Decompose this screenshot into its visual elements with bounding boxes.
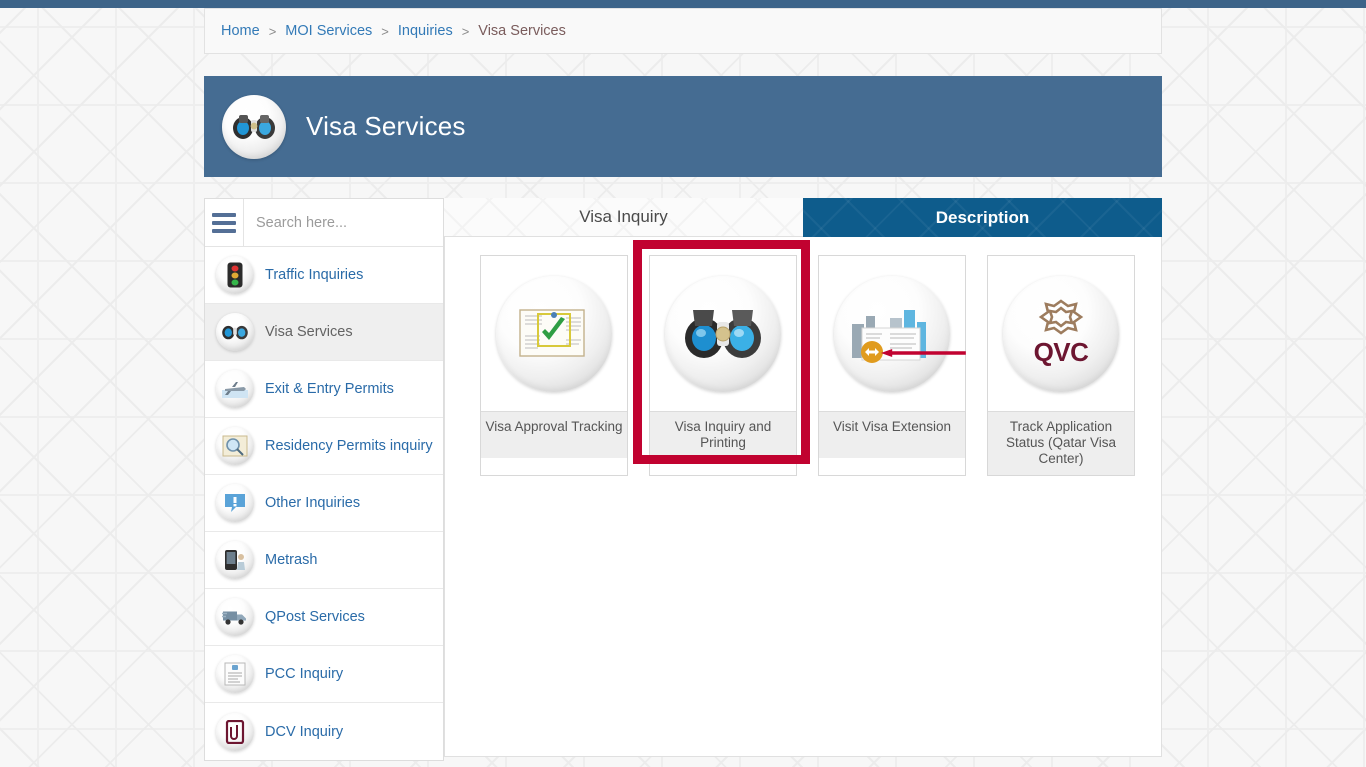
- sidebar-item-label: QPost Services: [265, 609, 365, 625]
- mobile-phone-icon: [216, 541, 254, 579]
- page-banner: Visa Services: [204, 76, 1162, 177]
- binoculars-icon: [222, 94, 286, 159]
- document-checkmark-icon: [496, 275, 612, 392]
- sidebar-item-label: Exit & Entry Permits: [265, 381, 394, 397]
- card-icon-area: [819, 256, 965, 411]
- sidebar-item-exit-entry-permits[interactable]: Exit & Entry Permits: [205, 361, 443, 418]
- page-title: Visa Services: [306, 111, 466, 141]
- card-icon-area: [650, 256, 796, 411]
- sidebar-item-other-inquiries[interactable]: Other Inquiries: [205, 475, 443, 532]
- city-document-extend-icon: [834, 275, 950, 392]
- card-icon-area: [481, 256, 627, 411]
- card-label: Visa Inquiry and Printing: [650, 411, 796, 459]
- tab-panel: Visa Approval Tracking Visa Inquiry and …: [444, 237, 1162, 757]
- tab-description[interactable]: Description: [803, 198, 1162, 237]
- breadcrumb-separator: >: [461, 23, 470, 39]
- sidebar-item-label: Metrash: [265, 552, 318, 568]
- hamburger-icon[interactable]: [205, 199, 244, 246]
- service-card-track-application-status[interactable]: QVC Track Application Status (Qatar Visa…: [987, 255, 1135, 476]
- breadcrumb-item-inquiries[interactable]: Inquiries: [398, 23, 453, 39]
- card-icon-area: QVC: [988, 256, 1134, 411]
- sidebar-item-traffic-inquiries[interactable]: Traffic Inquiries: [205, 247, 443, 304]
- page-container: Home > MOI Services > Inquiries > Visa S…: [204, 8, 1162, 761]
- sidebar-item-metrash[interactable]: Metrash: [205, 532, 443, 589]
- content-shell: Traffic Inquiries Visa Services: [204, 198, 1162, 761]
- tab-visa-inquiry[interactable]: Visa Inquiry: [444, 198, 803, 237]
- sidebar-item-visa-services[interactable]: Visa Services: [205, 304, 443, 361]
- tab-label: Description: [935, 207, 1030, 227]
- breadcrumb: Home > MOI Services > Inquiries > Visa S…: [204, 8, 1162, 54]
- sidebar-item-qpost-services[interactable]: QPost Services: [205, 589, 443, 646]
- search-input[interactable]: [244, 199, 443, 246]
- service-card-visa-inquiry-and-printing[interactable]: Visa Inquiry and Printing: [649, 255, 797, 476]
- card-label: Visit Visa Extension: [819, 411, 965, 458]
- tab-bar: Visa Inquiry Description: [444, 198, 1162, 237]
- sidebar-item-label: Visa Services: [265, 324, 353, 340]
- qvc-logo-icon: QVC: [1003, 275, 1119, 392]
- breadcrumb-item-home[interactable]: Home: [221, 23, 260, 39]
- breadcrumb-item-visa-services: Visa Services: [478, 23, 566, 39]
- card-label: Track Application Status (Qatar Visa Cen…: [988, 411, 1134, 475]
- sidebar-item-pcc-inquiry[interactable]: PCC Inquiry: [205, 646, 443, 703]
- tab-label: Visa Inquiry: [579, 207, 668, 226]
- service-card-visit-visa-extension[interactable]: Visit Visa Extension: [818, 255, 966, 476]
- sidebar-item-label: DCV Inquiry: [265, 723, 344, 740]
- sidebar-search-row: [205, 199, 443, 247]
- document-clip-icon: [216, 712, 254, 751]
- traffic-light-icon: [216, 256, 254, 294]
- sidebar-item-dcv-inquiry[interactable]: DCV Inquiry: [205, 703, 443, 760]
- service-card-grid: Visa Approval Tracking Visa Inquiry and …: [480, 255, 1161, 476]
- sidebar: Traffic Inquiries Visa Services: [204, 198, 444, 761]
- qvc-wordmark: QVC: [1033, 336, 1089, 367]
- breadcrumb-separator: >: [381, 23, 389, 39]
- magnifier-document-icon: [216, 427, 254, 465]
- service-card-visa-approval-tracking[interactable]: Visa Approval Tracking: [480, 255, 628, 476]
- exclamation-bubble-icon: [216, 484, 254, 522]
- top-accent-bar: [0, 0, 1366, 8]
- sidebar-item-label: Other Inquiries: [265, 495, 361, 511]
- sidebar-item-label: Traffic Inquiries: [265, 267, 364, 283]
- sidebar-item-label: Residency Permits inquiry: [265, 438, 433, 454]
- content-area: Visa Inquiry Description Visa Approval T…: [444, 198, 1162, 757]
- breadcrumb-item-moi-services[interactable]: MOI Services: [285, 23, 372, 39]
- airplane-icon: [216, 370, 254, 408]
- certificate-icon: [216, 655, 254, 693]
- breadcrumb-separator: >: [268, 23, 277, 39]
- sidebar-item-residency-permits-inquiry[interactable]: Residency Permits inquiry: [205, 418, 443, 475]
- delivery-van-icon: [216, 598, 254, 636]
- binoculars-icon: [216, 313, 254, 351]
- sidebar-item-label: PCC Inquiry: [265, 666, 344, 682]
- binoculars-icon: [665, 275, 781, 392]
- card-label: Visa Approval Tracking: [481, 411, 627, 458]
